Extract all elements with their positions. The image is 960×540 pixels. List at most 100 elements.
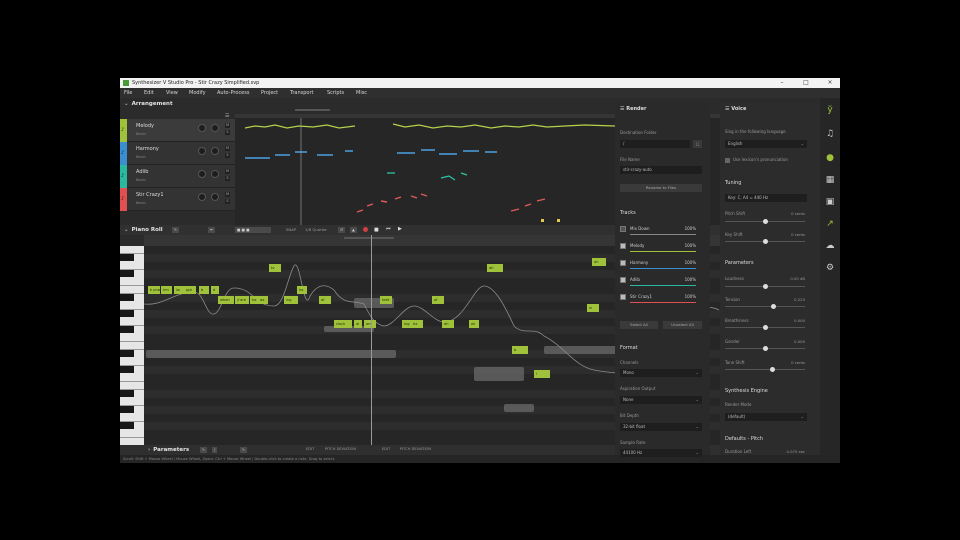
select-tool-icon[interactable]: ✎ [172,227,180,233]
param-line-tool[interactable]: ∕ [212,447,218,453]
mute-button[interactable]: M [225,123,230,128]
note[interactable]: ha [411,320,423,328]
playhead[interactable] [371,235,372,445]
mute-button[interactable]: M [225,146,230,151]
track-name[interactable]: Stir Crazy1 [136,192,164,198]
cloud-icon[interactable]: ☁ [824,240,836,252]
render-track-row[interactable]: Adlib 100% [620,274,702,287]
black-key[interactable] [120,366,134,373]
menu-scripts[interactable]: Scripts [327,88,344,98]
checkbox-icon[interactable] [620,243,626,249]
black-key[interactable] [120,310,134,317]
note[interactable]: ha [250,296,258,304]
note[interactable]: ppt [184,286,196,294]
track-header[interactable]: ♪ Stir Crazy1 Kevin M S [120,188,235,211]
volume-knob[interactable] [198,193,206,201]
quantize-value[interactable]: 1/8 Quarter [305,227,327,232]
mute-button[interactable]: M [225,169,230,174]
volume-knob[interactable] [198,147,206,155]
param-pen-tool[interactable]: ✎ [200,447,208,453]
note[interactable]: k pnw [148,286,160,294]
select-all-button[interactable]: Select All [620,321,658,329]
pan-knob[interactable] [211,193,219,201]
export-icon[interactable]: ↗ [824,218,836,230]
black-key[interactable] [120,294,134,301]
gear-icon[interactable]: ⚙ [824,262,836,274]
note[interactable]: b [199,286,209,294]
checkbox-icon[interactable] [620,226,626,232]
loop-icon[interactable]: ↺ [338,227,346,233]
library-icon[interactable]: ▦ [824,174,836,186]
note[interactable]: ah [592,258,606,266]
volume-knob[interactable] [198,170,206,178]
note[interactable]: iw [174,286,184,294]
black-key[interactable] [120,390,134,397]
stop-icon[interactable]: ■ [374,227,379,233]
note[interactable]: b [512,346,528,354]
menu-edit[interactable]: Edit [144,88,154,98]
note-icon[interactable]: ♫ [824,128,836,140]
black-key[interactable] [120,254,134,261]
tone-shift-slider[interactable] [725,367,805,373]
note[interactable]: tv [269,264,281,272]
pen-tool-icon[interactable]: ✏ [208,227,216,233]
rewind-icon[interactable]: ⏮ [386,226,391,232]
arrangement-header[interactable]: ⌄ Arrangement [124,101,173,107]
checkbox-icon[interactable] [620,277,626,283]
record-icon[interactable] [363,227,368,232]
arrangement-h-scrollbar[interactable] [295,109,330,111]
bit-depth-select[interactable]: 32-bit float ⌄ [620,423,702,431]
language-select[interactable]: English ⌄ [725,140,807,148]
note[interactable]: teet [380,296,392,304]
note[interactable]: sl [587,304,599,312]
key-field[interactable]: Key: C, A4 = 440 Hz [725,194,807,202]
loudness-slider[interactable] [725,284,805,290]
document-icon[interactable]: ▣ [824,196,836,208]
menu-file[interactable]: File [124,88,132,98]
black-key[interactable] [120,350,134,357]
reveal-files-button[interactable]: Rename to Files [620,184,702,192]
gender-slider[interactable] [725,346,805,352]
solo-button[interactable]: S [225,199,230,204]
note[interactable]: om [364,320,376,328]
note[interactable]: ok [469,320,479,328]
lexicon-checkbox[interactable]: Use lexicon's pronunciation [725,157,788,163]
track-name[interactable]: Adlib [136,169,148,175]
render-track-row[interactable]: Melody 100% [620,240,702,253]
metronome-icon[interactable]: ▲ [350,227,357,233]
black-key[interactable] [120,422,134,429]
piano-roll-h-scrollbar[interactable] [344,237,394,239]
note[interactable]: when [218,296,234,304]
maximize-icon[interactable]: □ [796,78,816,88]
aspiration-select[interactable]: None ⌄ [620,396,702,404]
solo-button[interactable]: S [225,176,230,181]
menu-modify[interactable]: Modify [189,88,206,98]
black-key[interactable] [120,270,134,277]
black-key[interactable] [120,406,134,413]
key-shift-slider[interactable] [725,239,805,245]
app-logo-icon[interactable]: ў [824,104,836,116]
breathiness-slider[interactable] [725,325,805,331]
quantize-group[interactable]: ■ ■ ■ [235,227,271,233]
track-header[interactable]: ♪ Melody Kevin M S [120,119,235,142]
note[interactable]: of [432,296,444,304]
menu-misc[interactable]: Misc [356,88,367,98]
piano-keyboard[interactable] [120,246,144,446]
note[interactable]: ha [297,286,307,294]
file-name-field[interactable]: stir-crazy-auto [620,166,702,174]
render-track-row[interactable]: Stir Crazy1 100% [620,291,702,304]
solo-button[interactable]: S [225,153,230,158]
checkbox-icon[interactable] [620,294,626,300]
note[interactable]: ah [442,320,454,328]
render-track-row[interactable]: Mix Down 100% [620,223,702,236]
render-mode-select[interactable]: (default) ⌄ [725,413,807,421]
note[interactable]: ah [487,264,503,272]
track-header[interactable]: ♪ Adlib Kevin M S [120,165,235,188]
pan-knob[interactable] [211,124,219,132]
track-header[interactable]: ♪ Harmony Kevin M S [120,142,235,165]
parameters-header[interactable]: › Parameters [148,447,189,453]
note[interactable]: y'are [235,296,249,304]
black-key[interactable] [120,326,134,333]
tension-slider[interactable] [725,304,805,310]
checkbox-icon[interactable] [620,260,626,266]
